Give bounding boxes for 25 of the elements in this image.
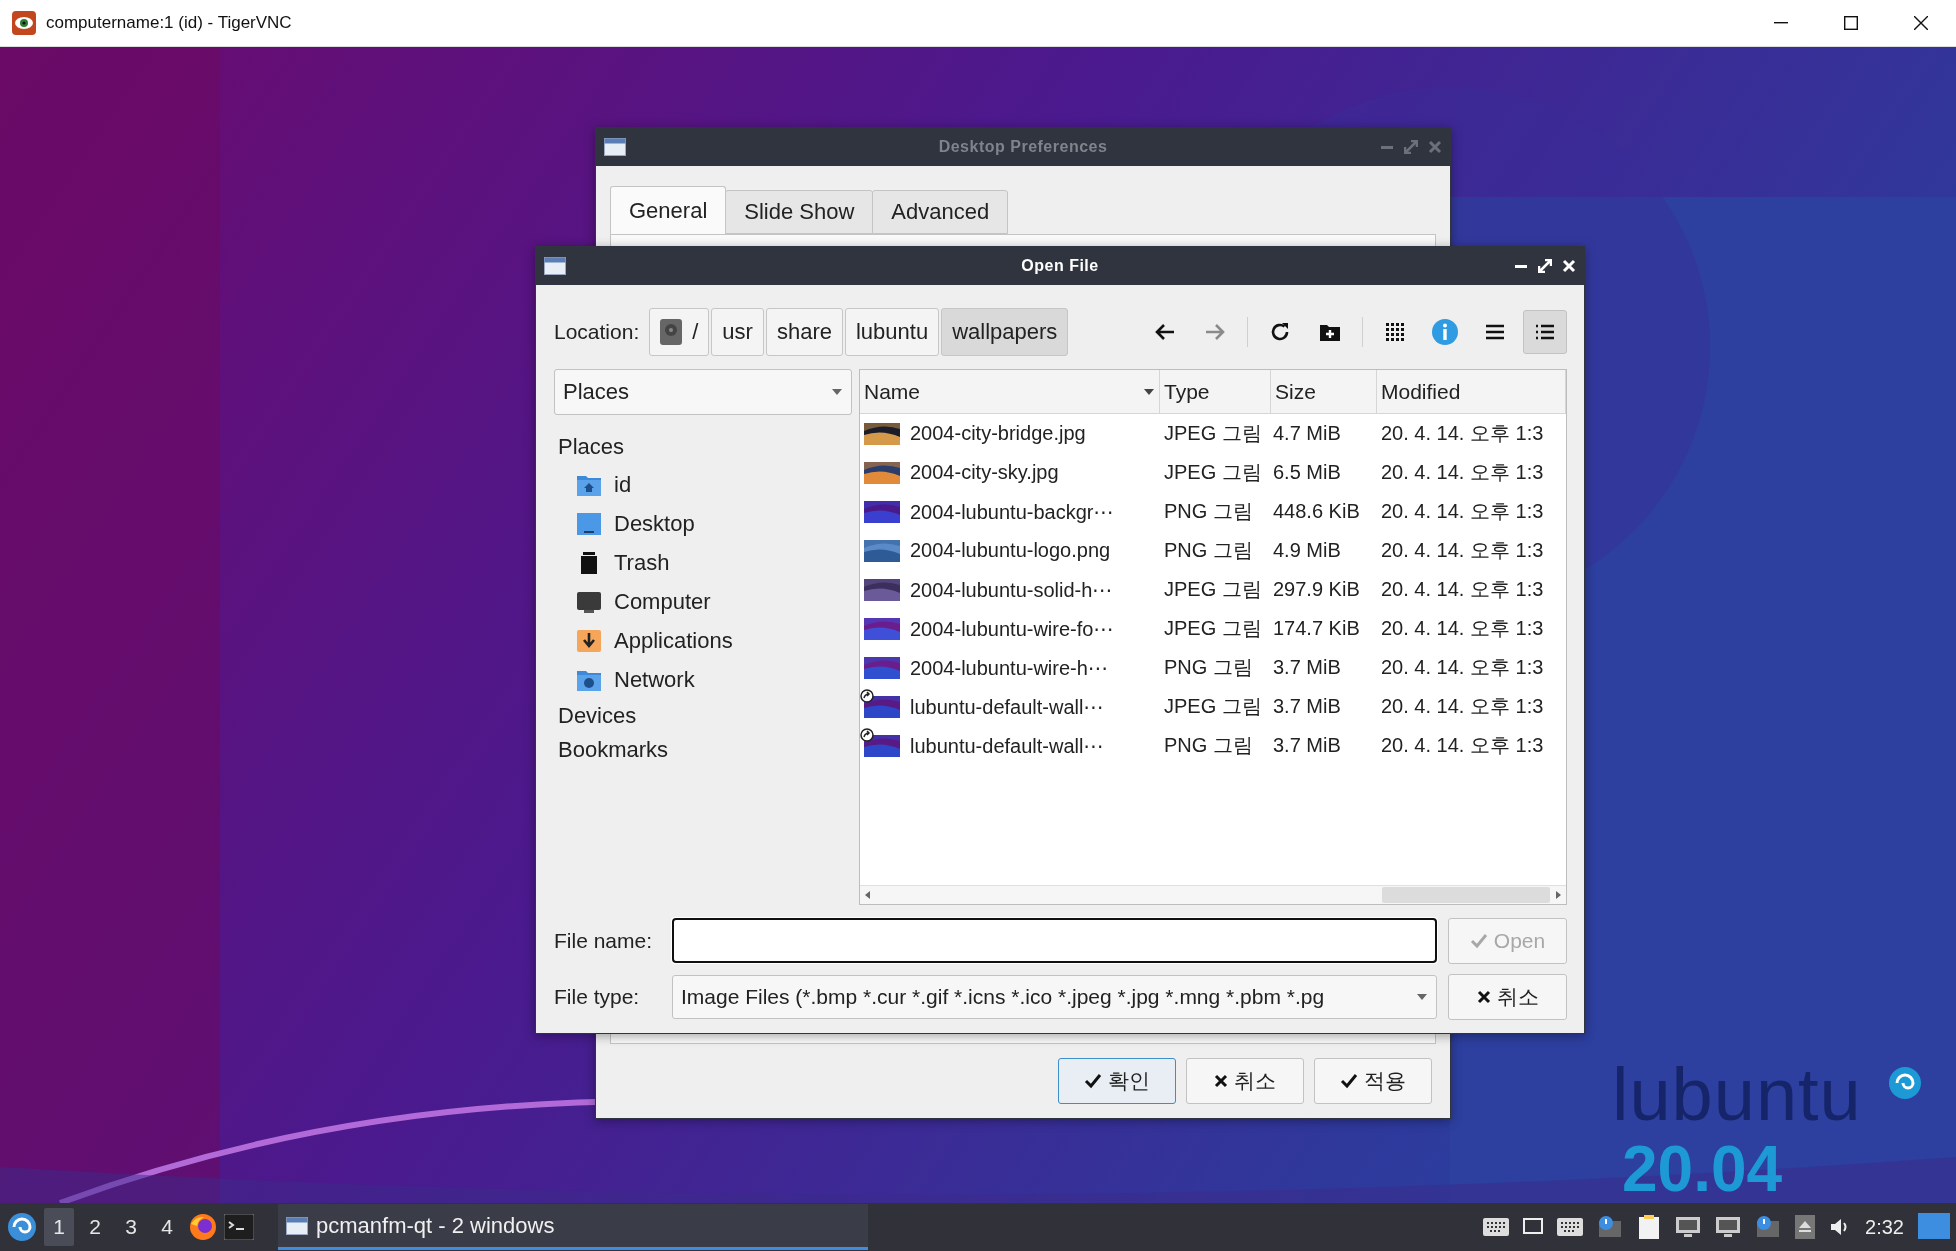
- screen-icon: [1523, 1218, 1544, 1236]
- task-button[interactable]: pcmanfm-qt - 2 windows: [278, 1204, 868, 1250]
- terminal-icon[interactable]: [224, 1214, 254, 1240]
- eject-icon: [1795, 1215, 1816, 1239]
- minimize-icon: [1774, 22, 1788, 24]
- window-title: computername:1 (id) - TigerVNC: [46, 13, 292, 33]
- notification-icon: [1597, 1215, 1624, 1239]
- notification-icon: [1755, 1215, 1782, 1239]
- workspace-button[interactable]: 2: [80, 1208, 110, 1246]
- keyboard-icon: [1483, 1218, 1510, 1236]
- window-icon: [286, 1216, 308, 1235]
- monitor-icon: [1715, 1216, 1742, 1238]
- close-icon: [1914, 16, 1928, 30]
- start-menu-icon[interactable]: [6, 1211, 38, 1243]
- maximize-icon: [1844, 16, 1858, 30]
- workspace-button[interactable]: 4: [152, 1208, 182, 1246]
- firefox-icon[interactable]: [188, 1212, 218, 1242]
- eye-logo-icon: [12, 11, 36, 35]
- clock[interactable]: 2:32: [1865, 1215, 1904, 1239]
- show-desktop-icon[interactable]: [1918, 1213, 1950, 1241]
- clipboard-icon: [1637, 1214, 1662, 1240]
- keyboard-icon: [1557, 1218, 1584, 1236]
- workspace-button[interactable]: 1: [44, 1208, 74, 1246]
- monitor-icon: [1675, 1216, 1702, 1238]
- workspace-button[interactable]: 3: [116, 1208, 146, 1246]
